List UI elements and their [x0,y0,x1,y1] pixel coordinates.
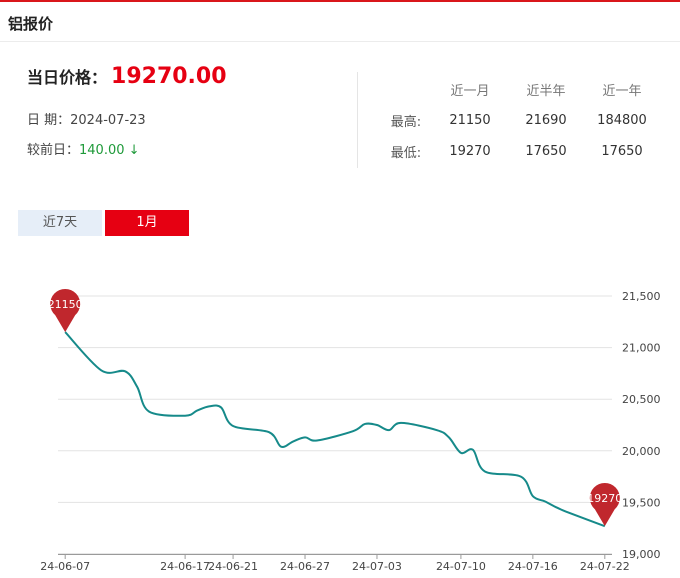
price-value: 19270.00 [111,64,227,89]
x-tick-label: 24-06-17 [160,560,210,573]
stats-row-label: 最低: [390,146,422,161]
date-label: 日 期： [27,113,71,128]
x-tick-label: 24-07-10 [436,560,486,573]
stats-col-year: 近一年 [602,84,642,99]
price-row: 当日价格： 19270.00 [27,64,347,98]
stats-col-month: 近一月 [450,84,490,99]
stats-cell: 17650 [601,144,643,159]
stats-row-label: 最高: [390,115,422,130]
price-summary: 当日价格： 19270.00 日 期：2024-07-23 较前日：140.00… [27,64,347,166]
tab-7-days[interactable]: 近7天 [18,210,102,236]
x-tick-label: 24-07-03 [352,560,402,573]
stats-row-high: 最高: 21150 21690 184800 [380,105,660,136]
stats-col-half-year: 近半年 [526,84,566,99]
range-tabs: 近7天 1月 [18,210,192,236]
title-divider [0,41,680,42]
section-title: 铝报价 [8,15,54,33]
stats-row-low: 最低: 19270 17650 17650 [380,136,660,167]
x-tick-label: 24-06-21 [208,560,258,573]
y-tick-label: 19,500 [622,496,661,509]
price-stats-table: 近一月 近半年 近一年 最高: 21150 21690 184800 最低: 1… [380,74,660,167]
change-label: 较前日： [27,143,80,158]
x-tick-label: 24-06-27 [280,560,330,573]
stats-cell: 21690 [525,113,567,128]
price-label: 当日价格： [27,68,108,87]
top-accent-line [0,0,680,2]
stats-cell: 17650 [525,144,567,159]
y-tick-label: 21,000 [622,342,661,355]
price-line-chart: 21,50021,00020,50020,00019,50019,00024-0… [40,288,661,573]
stats-cell: 21150 [449,113,491,128]
date-row: 日 期：2024-07-23 [27,106,347,136]
change-value: 140.00 ↓ [79,143,140,158]
date-value: 2024-07-23 [70,113,146,128]
pin-label: 21150 [48,298,83,311]
series-line [64,331,606,528]
y-tick-label: 21,500 [622,290,661,303]
tab-1-month[interactable]: 1月 [105,210,189,236]
y-tick-label: 20,500 [622,393,661,406]
x-tick-label: 24-07-16 [508,560,558,573]
x-tick-label: 24-07-22 [580,560,630,573]
summary-divider [357,72,358,168]
change-row: 较前日：140.00 ↓ [27,136,347,166]
stats-header-row: 近一月 近半年 近一年 [380,74,660,105]
stats-cell: 184800 [597,113,647,128]
x-tick-label: 24-06-07 [40,560,90,573]
pin-label: 19270 [587,492,622,505]
stats-cell: 19270 [449,144,491,159]
y-tick-label: 20,000 [622,445,661,458]
